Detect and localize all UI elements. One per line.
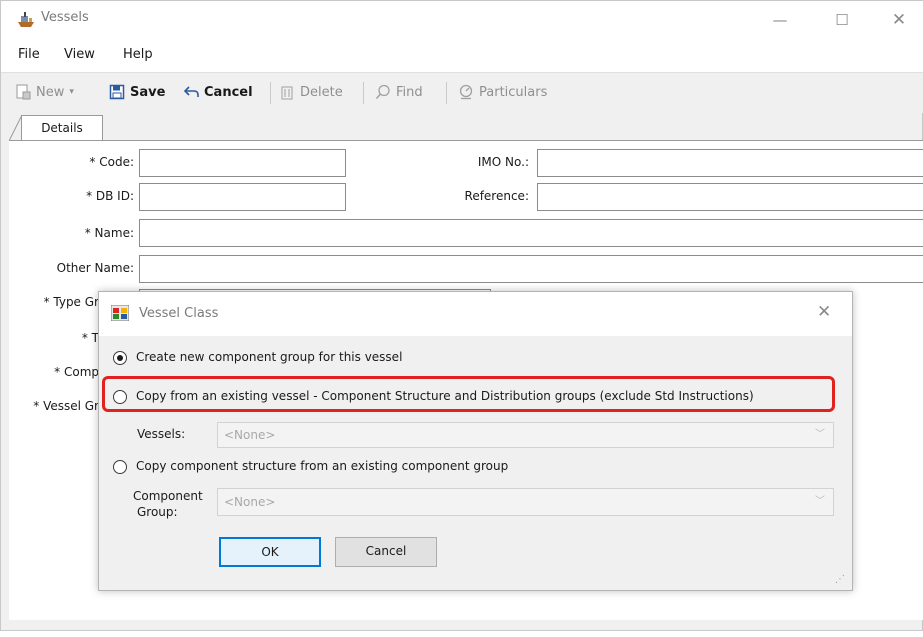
particulars-label: Particulars bbox=[479, 84, 548, 100]
db-id-label: * DB ID: bbox=[86, 189, 134, 203]
vessels-value: <None> bbox=[224, 428, 276, 442]
create-new-radio[interactable] bbox=[113, 351, 127, 365]
copy-component-radio[interactable] bbox=[113, 460, 127, 474]
menu-help[interactable]: Help bbox=[123, 47, 153, 62]
other-name-input[interactable] bbox=[139, 255, 923, 283]
copy-vessel-label: Copy from an existing vessel - Component… bbox=[136, 389, 754, 403]
dialog-close-button[interactable]: ✕ bbox=[817, 302, 831, 322]
tab-details[interactable]: Details bbox=[21, 115, 103, 141]
toolbar-separator bbox=[363, 82, 364, 104]
cancel-toolbar-button[interactable]: Cancel bbox=[183, 84, 253, 100]
toolbar-separator bbox=[446, 82, 447, 104]
minimize-button[interactable]: — bbox=[757, 1, 803, 39]
type-label: * T bbox=[81, 331, 99, 345]
reference-label: Reference: bbox=[464, 189, 529, 203]
particulars-gauge-icon bbox=[459, 84, 473, 100]
copy-vessel-radio[interactable] bbox=[113, 390, 127, 404]
trash-icon bbox=[281, 86, 293, 100]
vessel-app-icon bbox=[18, 12, 34, 27]
copy-component-label: Copy component structure from an existin… bbox=[136, 459, 509, 473]
chevron-down-icon: ﹀ bbox=[815, 429, 825, 440]
component-group-combo[interactable]: <None> ﹀ bbox=[217, 488, 834, 516]
component-group-value: <None> bbox=[224, 495, 276, 509]
new-document-icon bbox=[16, 84, 31, 100]
toolbar-separator bbox=[270, 82, 271, 104]
dialog-title: Vessel Class bbox=[139, 306, 219, 321]
particulars-button[interactable]: Particulars bbox=[458, 84, 547, 100]
radio-selected-dot bbox=[117, 355, 123, 361]
chevron-down-icon: ﹀ bbox=[815, 496, 825, 507]
cancel-label: Cancel bbox=[204, 84, 253, 100]
name-label: * Name: bbox=[84, 226, 134, 240]
save-button[interactable]: Save bbox=[109, 84, 165, 100]
ok-button[interactable]: OK bbox=[219, 537, 321, 567]
maximize-button[interactable]: ☐ bbox=[819, 1, 865, 39]
code-input[interactable] bbox=[139, 149, 346, 177]
title-bar: Vessels — ☐ ✕ bbox=[1, 1, 923, 39]
vessel-group-label: * Vessel Gr bbox=[33, 399, 99, 413]
type-group-label: * Type Gr bbox=[43, 295, 99, 309]
delete-label: Delete bbox=[300, 84, 343, 100]
save-disk-icon bbox=[109, 84, 125, 100]
imo-no-input[interactable] bbox=[537, 149, 923, 177]
new-label: New bbox=[36, 84, 65, 100]
other-name-label: Other Name: bbox=[56, 261, 134, 275]
component-group-label-line1: Component bbox=[133, 489, 203, 503]
window-title: Vessels bbox=[41, 10, 89, 25]
vessel-class-dialog: Vessel Class ✕ Create new component grou… bbox=[98, 291, 853, 591]
menu-view[interactable]: View bbox=[64, 47, 95, 62]
vessels-label: Vessels: bbox=[137, 427, 186, 441]
magnifier-icon bbox=[375, 84, 390, 99]
db-id-input[interactable] bbox=[139, 183, 346, 211]
dialog-title-bar: Vessel Class ✕ bbox=[99, 292, 852, 336]
close-button[interactable]: ✕ bbox=[876, 1, 922, 39]
create-new-label: Create new component group for this vess… bbox=[136, 350, 403, 364]
imo-no-label: IMO No.: bbox=[477, 155, 529, 169]
vessels-combo[interactable]: <None> ﹀ bbox=[217, 422, 834, 448]
resize-grip-icon[interactable]: ⋰ bbox=[835, 574, 845, 585]
toolbar: New ▾ Save Cancel Delete Find Particular… bbox=[1, 73, 923, 113]
find-button[interactable]: Find bbox=[375, 84, 423, 100]
component-group-label-line2: Group: bbox=[137, 505, 178, 519]
menu-file[interactable]: File bbox=[18, 47, 40, 62]
code-label: * Code: bbox=[89, 155, 134, 169]
new-dropdown-arrow[interactable]: ▾ bbox=[69, 87, 74, 97]
save-label: Save bbox=[130, 84, 166, 100]
reference-input[interactable] bbox=[537, 183, 923, 211]
new-button[interactable]: New ▾ bbox=[15, 84, 74, 100]
delete-button[interactable]: Delete bbox=[279, 84, 343, 100]
dialog-app-icon bbox=[111, 305, 129, 321]
cancel-button[interactable]: Cancel bbox=[335, 537, 437, 567]
find-label: Find bbox=[396, 84, 423, 100]
menu-bar: File View Help bbox=[1, 39, 923, 73]
component-label: * Comp bbox=[54, 365, 99, 379]
undo-arrow-icon bbox=[183, 86, 199, 97]
name-input[interactable] bbox=[139, 219, 923, 247]
